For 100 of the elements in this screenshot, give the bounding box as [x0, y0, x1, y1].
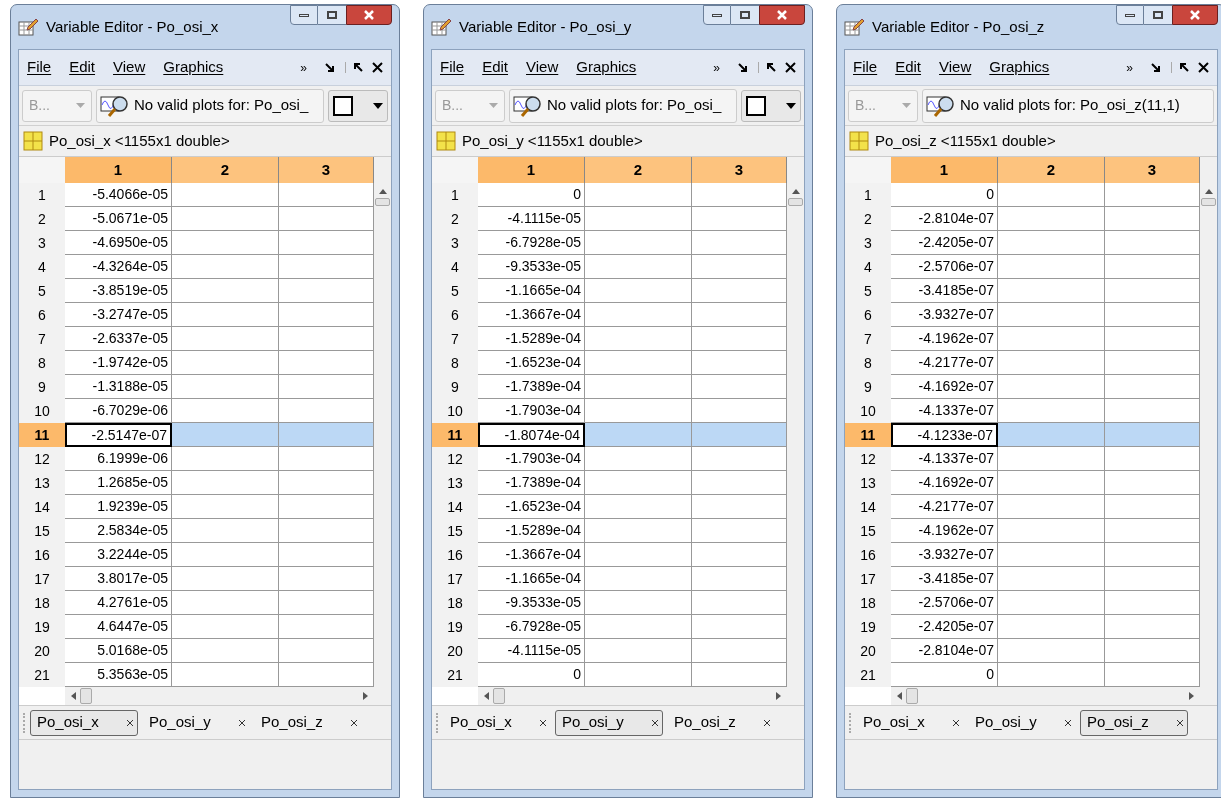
- column-header[interactable]: 2: [172, 157, 279, 183]
- plot-selector[interactable]: No valid plots for: Po_osi_z(11,1): [922, 88, 1214, 123]
- row-header[interactable]: 15: [845, 519, 891, 543]
- right-arrow-icon[interactable]: [1189, 692, 1194, 700]
- row-header[interactable]: 12: [432, 447, 478, 471]
- vertical-scrollbar[interactable]: [1200, 157, 1217, 705]
- table-cell[interactable]: -5.0671e-05: [65, 207, 172, 231]
- table-cell[interactable]: [172, 567, 279, 591]
- close-icon[interactable]: [651, 718, 659, 727]
- table-cell[interactable]: -1.6523e-04: [478, 495, 585, 519]
- table-cell[interactable]: [585, 207, 692, 231]
- table-cell[interactable]: -1.3667e-04: [478, 543, 585, 567]
- table-cell[interactable]: [585, 591, 692, 615]
- table-cell[interactable]: 3.8017e-05: [65, 567, 172, 591]
- row-header[interactable]: 14: [845, 495, 891, 519]
- plot-selector[interactable]: No valid plots for: Po_osi_: [96, 88, 324, 123]
- row-header[interactable]: 18: [845, 591, 891, 615]
- table-cell[interactable]: -1.7903e-04: [478, 447, 585, 471]
- table-cell[interactable]: [998, 615, 1105, 639]
- table-cell[interactable]: [998, 447, 1105, 471]
- table-cell[interactable]: 1.9239e-05: [65, 495, 172, 519]
- row-header[interactable]: 16: [845, 543, 891, 567]
- tab-label[interactable]: Po_osi_z: [261, 711, 323, 734]
- table-cell[interactable]: 2.5834e-05: [65, 519, 172, 543]
- table-cell[interactable]: [585, 639, 692, 663]
- column-header[interactable]: 1: [478, 157, 585, 183]
- table-cell[interactable]: [172, 327, 279, 351]
- row-header[interactable]: 2: [432, 207, 478, 231]
- menu-item[interactable]: File: [853, 56, 878, 79]
- row-header[interactable]: 21: [845, 663, 891, 687]
- table-cell[interactable]: -1.6523e-04: [478, 351, 585, 375]
- row-header[interactable]: 2: [845, 207, 891, 231]
- table-cell[interactable]: [172, 615, 279, 639]
- close-icon[interactable]: [372, 62, 383, 73]
- table-cell[interactable]: [172, 471, 279, 495]
- document-tab[interactable]: Po_osi_y: [555, 709, 663, 736]
- table-cell[interactable]: [998, 303, 1105, 327]
- undock-arrow-icon[interactable]: [738, 62, 748, 73]
- table-cell[interactable]: [172, 447, 279, 471]
- close-icon[interactable]: [1198, 62, 1209, 73]
- table-cell[interactable]: -1.7389e-04: [478, 375, 585, 399]
- table-cell[interactable]: [172, 207, 279, 231]
- undock-arrow-icon[interactable]: [325, 62, 335, 73]
- table-cell[interactable]: [172, 495, 279, 519]
- column-header[interactable]: 1: [65, 157, 172, 183]
- row-header[interactable]: 4: [19, 255, 65, 279]
- horizontal-scrollbar[interactable]: [65, 687, 374, 705]
- vertical-scrollbar[interactable]: [787, 157, 804, 705]
- menu-item[interactable]: Graphics: [989, 56, 1050, 79]
- table-cell[interactable]: [172, 519, 279, 543]
- row-header[interactable]: 5: [19, 279, 65, 303]
- table-cell[interactable]: -4.6950e-05: [65, 231, 172, 255]
- table-cell[interactable]: [998, 255, 1105, 279]
- column-header[interactable]: 3: [692, 157, 787, 183]
- table-cell[interactable]: 4.6447e-05: [65, 615, 172, 639]
- table-cell[interactable]: [998, 591, 1105, 615]
- table-cell[interactable]: -3.4185e-07: [891, 567, 998, 591]
- table-cell[interactable]: -2.4205e-07: [891, 231, 998, 255]
- table-cell[interactable]: -1.1665e-04: [478, 567, 585, 591]
- tab-label[interactable]: Po_osi_y: [975, 711, 1037, 734]
- table-cell[interactable]: [998, 519, 1105, 543]
- row-header[interactable]: 5: [845, 279, 891, 303]
- right-arrow-icon[interactable]: [363, 692, 368, 700]
- table-cell[interactable]: -4.1692e-07: [891, 375, 998, 399]
- color-picker[interactable]: [741, 89, 801, 122]
- document-tab[interactable]: Po_osi_z: [1080, 709, 1188, 736]
- table-cell[interactable]: [585, 615, 692, 639]
- row-header[interactable]: 13: [432, 471, 478, 495]
- close-icon[interactable]: [785, 62, 796, 73]
- table-cell[interactable]: -1.3667e-04: [478, 303, 585, 327]
- table-cell[interactable]: -1.3188e-05: [65, 375, 172, 399]
- row-header[interactable]: 10: [432, 399, 478, 423]
- overflow-chevron[interactable]: »: [300, 58, 307, 77]
- document-tab[interactable]: Po_osi_x: [856, 709, 964, 736]
- document-tab[interactable]: Po_osi_y: [142, 709, 250, 736]
- close-icon[interactable]: [1176, 718, 1184, 727]
- table-cell[interactable]: [998, 375, 1105, 399]
- tab-label[interactable]: Po_osi_y: [149, 711, 211, 734]
- menu-item[interactable]: Edit: [482, 56, 509, 79]
- color-picker[interactable]: [328, 89, 388, 122]
- row-header[interactable]: 8: [845, 351, 891, 375]
- table-cell[interactable]: -4.2177e-07: [891, 495, 998, 519]
- row-header[interactable]: 10: [845, 399, 891, 423]
- row-header[interactable]: 6: [845, 303, 891, 327]
- table-cell[interactable]: -4.2177e-07: [891, 351, 998, 375]
- table-cell[interactable]: -9.3533e-05: [478, 591, 585, 615]
- table-cell[interactable]: [172, 375, 279, 399]
- column-header[interactable]: 2: [585, 157, 692, 183]
- table-cell[interactable]: [998, 639, 1105, 663]
- plot-selector[interactable]: No valid plots for: Po_osi_: [509, 88, 737, 123]
- table-cell[interactable]: [998, 495, 1105, 519]
- scrollbar-thumb[interactable]: [1201, 198, 1216, 206]
- table-cell[interactable]: [585, 447, 692, 471]
- table-cell[interactable]: -1.1665e-04: [478, 279, 585, 303]
- horizontal-scrollbar[interactable]: [891, 687, 1200, 705]
- overflow-chevron[interactable]: »: [1126, 58, 1133, 77]
- table-cell[interactable]: [585, 495, 692, 519]
- column-header[interactable]: 2: [998, 157, 1105, 183]
- close-button[interactable]: [346, 5, 392, 25]
- tab-label[interactable]: Po_osi_y: [562, 711, 624, 734]
